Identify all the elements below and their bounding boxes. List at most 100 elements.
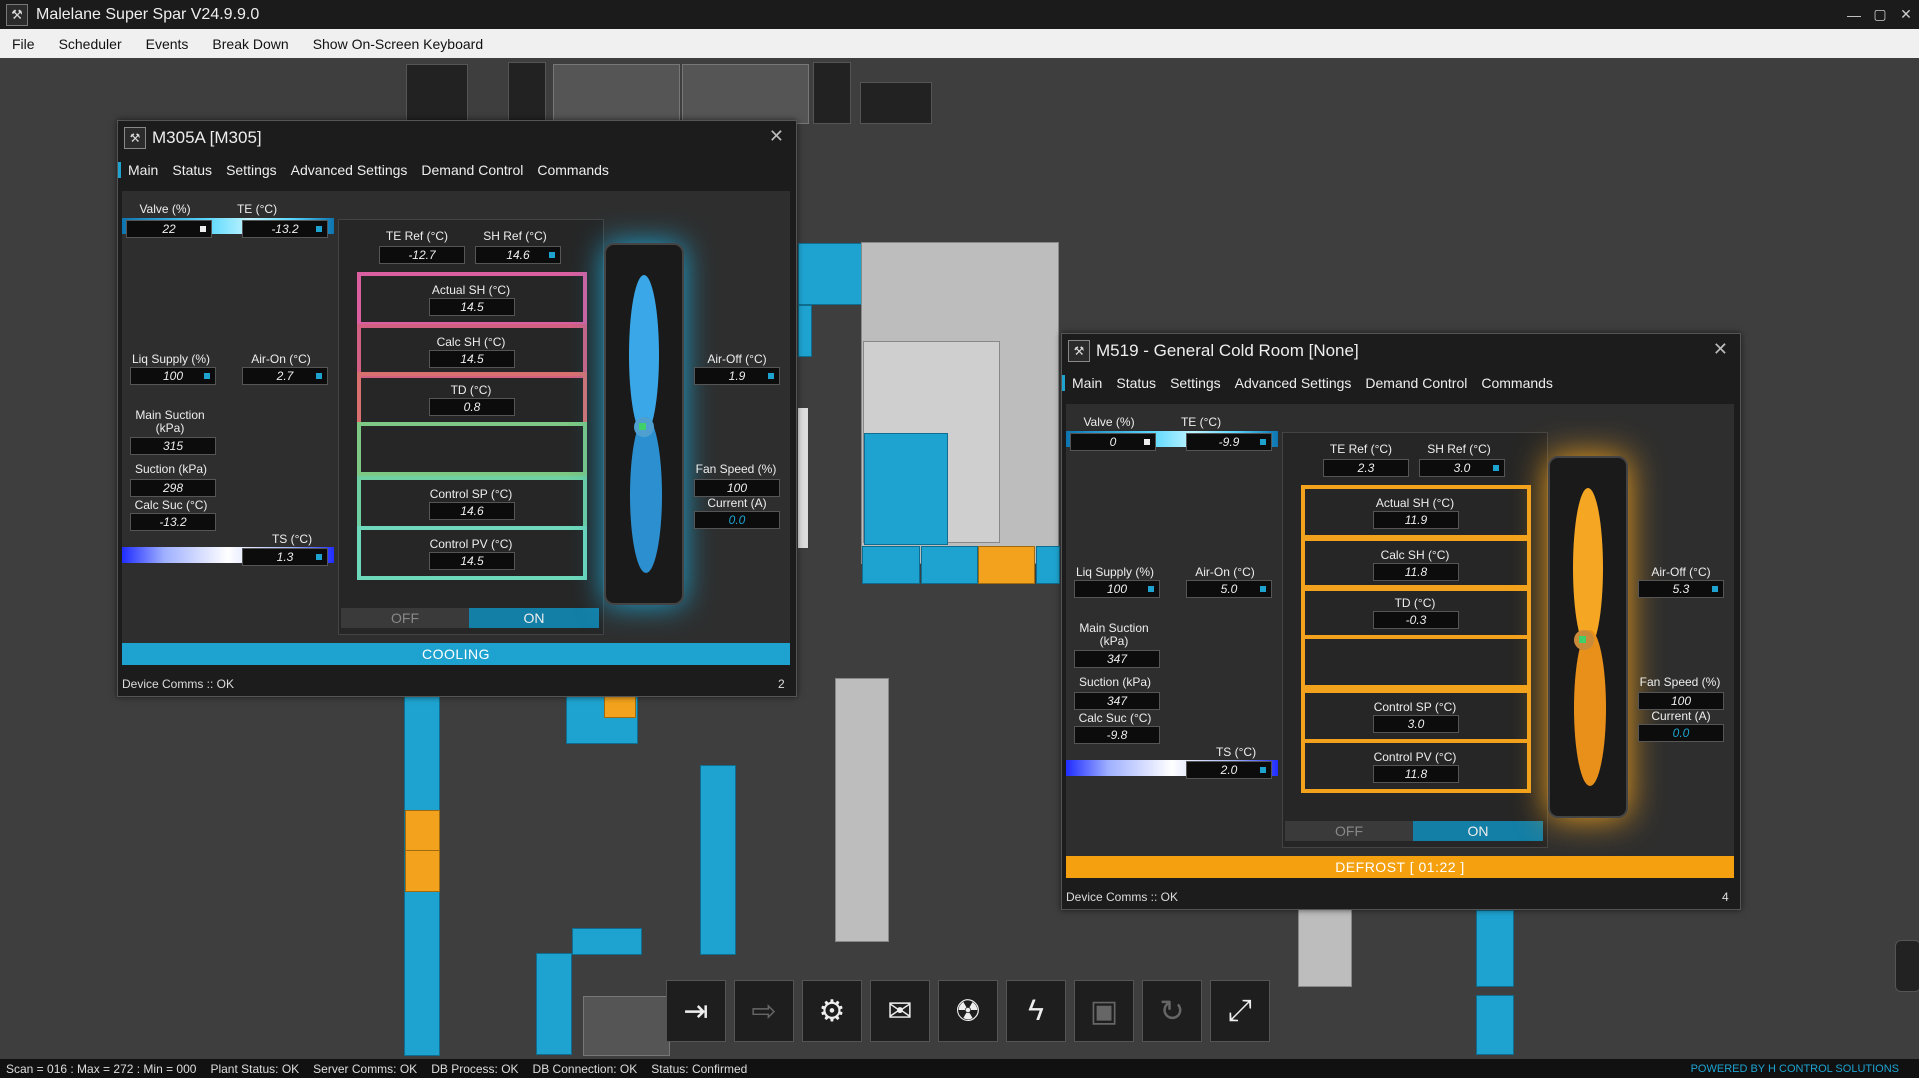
mail-icon[interactable]: ✉ [870,980,930,1042]
plant-panel[interactable] [813,62,851,124]
case-column[interactable] [700,765,736,955]
on-off-switch[interactable]: OFF ON [341,608,599,628]
sh-ref-value[interactable]: 3.0 [1419,459,1505,477]
te-ref-value[interactable]: -12.7 [379,246,465,264]
main-suction-value[interactable]: 315 [130,437,216,455]
on-button[interactable]: ON [1413,821,1543,841]
on-button[interactable]: ON [469,608,599,628]
case-tile[interactable] [1036,546,1060,584]
case-tile[interactable] [1476,910,1514,987]
plant-room-panel[interactable] [682,64,809,124]
case-tile[interactable] [604,696,636,718]
control-sp-value[interactable]: 3.0 [1373,715,1459,733]
calc-suc-value[interactable]: -13.2 [130,513,216,531]
control-pv-value[interactable]: 14.5 [429,552,515,570]
menu-events[interactable]: Events [134,36,201,52]
menu-scheduler[interactable]: Scheduler [47,36,134,52]
fan-speed-value[interactable]: 100 [694,479,780,497]
air-off-value[interactable]: 5.3 [1638,580,1724,598]
suction-value[interactable]: 298 [130,479,216,497]
refresh-icon[interactable]: ↻ [1142,980,1202,1042]
menu-onscreen-keyboard[interactable]: Show On-Screen Keyboard [301,36,495,52]
te-value[interactable]: -9.9 [1186,433,1272,451]
main-suction-value[interactable]: 347 [1074,650,1160,668]
liq-supply-value[interactable]: 100 [1074,580,1160,598]
tab-settings[interactable]: Settings [1163,375,1228,391]
calc-sh-value[interactable]: 14.5 [429,350,515,368]
lightning-icon[interactable]: ϟ [1006,980,1066,1042]
close-icon[interactable]: ✕ [1713,339,1728,360]
tab-demand-control[interactable]: Demand Control [1358,375,1474,391]
energy-panel[interactable] [406,64,468,121]
control-sp-value[interactable]: 14.6 [429,502,515,520]
close-icon[interactable]: ✕ [769,126,784,147]
control-pv-value[interactable]: 11.8 [1373,765,1459,783]
suction-value[interactable]: 347 [1074,692,1160,710]
tab-main[interactable]: Main [118,162,165,178]
valve-value[interactable]: 22 [126,220,212,238]
air-off-value[interactable]: 1.9 [694,367,780,385]
te-value[interactable]: -13.2 [242,220,328,238]
plant-panel[interactable] [508,62,546,124]
tab-advanced-settings[interactable]: Advanced Settings [284,162,415,178]
te-ref-value[interactable]: 2.3 [1323,459,1409,477]
calc-suc-value[interactable]: -9.8 [1074,726,1160,744]
user-settings-icon[interactable]: ⚙ [802,980,862,1042]
off-button[interactable]: OFF [341,608,469,628]
case-tile[interactable] [405,810,440,852]
case-column[interactable] [536,953,572,1055]
air-on-value[interactable]: 2.7 [242,367,328,385]
expand-icon[interactable]: ⤢ [1210,980,1270,1042]
alarm-icon[interactable]: ☢ [938,980,998,1042]
side-handle[interactable] [1895,940,1919,992]
ts-value[interactable]: 2.0 [1186,761,1272,779]
tab-settings[interactable]: Settings [219,162,284,178]
tab-status[interactable]: Status [165,162,219,178]
tab-main[interactable]: Main [1062,375,1109,391]
current-value[interactable]: 0.0 [694,511,780,529]
calc-sh-value[interactable]: 11.8 [1373,563,1459,581]
ts-value[interactable]: 1.3 [242,548,328,566]
device-comms-status: Device Comms :: OK [1066,890,1179,904]
td-value[interactable]: 0.8 [429,398,515,416]
heat-exchanger-panel[interactable] [860,82,932,124]
case-tile[interactable] [798,243,862,305]
login-icon[interactable]: ⇥ [666,980,726,1042]
fan-speed-value[interactable]: 100 [1638,692,1724,710]
menu-file[interactable]: File [0,36,47,52]
td-value[interactable]: -0.3 [1373,611,1459,629]
logout-icon[interactable]: ⇨ [734,980,794,1042]
tab-advanced-settings[interactable]: Advanced Settings [1228,375,1359,391]
actual-sh-value[interactable]: 14.5 [429,298,515,316]
liq-supply-value[interactable]: 100 [130,367,216,385]
save-icon[interactable]: ▣ [1074,980,1134,1042]
off-button[interactable]: OFF [1285,821,1413,841]
case-tile[interactable] [405,850,440,892]
menu-break-down[interactable]: Break Down [200,36,300,52]
sh-ref-value[interactable]: 14.6 [475,246,561,264]
plant-room-panel[interactable] [553,64,680,124]
case-tile[interactable] [1476,995,1514,1055]
tab-status[interactable]: Status [1109,375,1163,391]
shelf-tile[interactable] [835,678,889,942]
case-tile[interactable] [921,546,978,584]
case-tile[interactable] [572,928,642,955]
minimize-icon[interactable]: — [1841,0,1867,29]
actual-sh-value[interactable]: 11.9 [1373,511,1459,529]
case-tile[interactable] [978,546,1035,584]
on-off-switch[interactable]: OFF ON [1285,821,1543,841]
maximize-icon[interactable]: ▢ [1867,0,1893,29]
case-tile[interactable] [798,305,812,357]
close-icon[interactable]: ✕ [1893,0,1919,29]
tab-demand-control[interactable]: Demand Control [414,162,530,178]
case-tile[interactable] [862,546,920,584]
air-on-value[interactable]: 5.0 [1186,580,1272,598]
tab-commands[interactable]: Commands [530,162,616,178]
valve-value[interactable]: 0 [1070,433,1156,451]
case-tile[interactable] [864,433,948,545]
tab-commands[interactable]: Commands [1474,375,1560,391]
case-tile[interactable] [798,408,808,548]
plant-room-panel[interactable] [583,996,670,1056]
shelf-tile[interactable] [1298,905,1352,987]
current-value[interactable]: 0.0 [1638,724,1724,742]
